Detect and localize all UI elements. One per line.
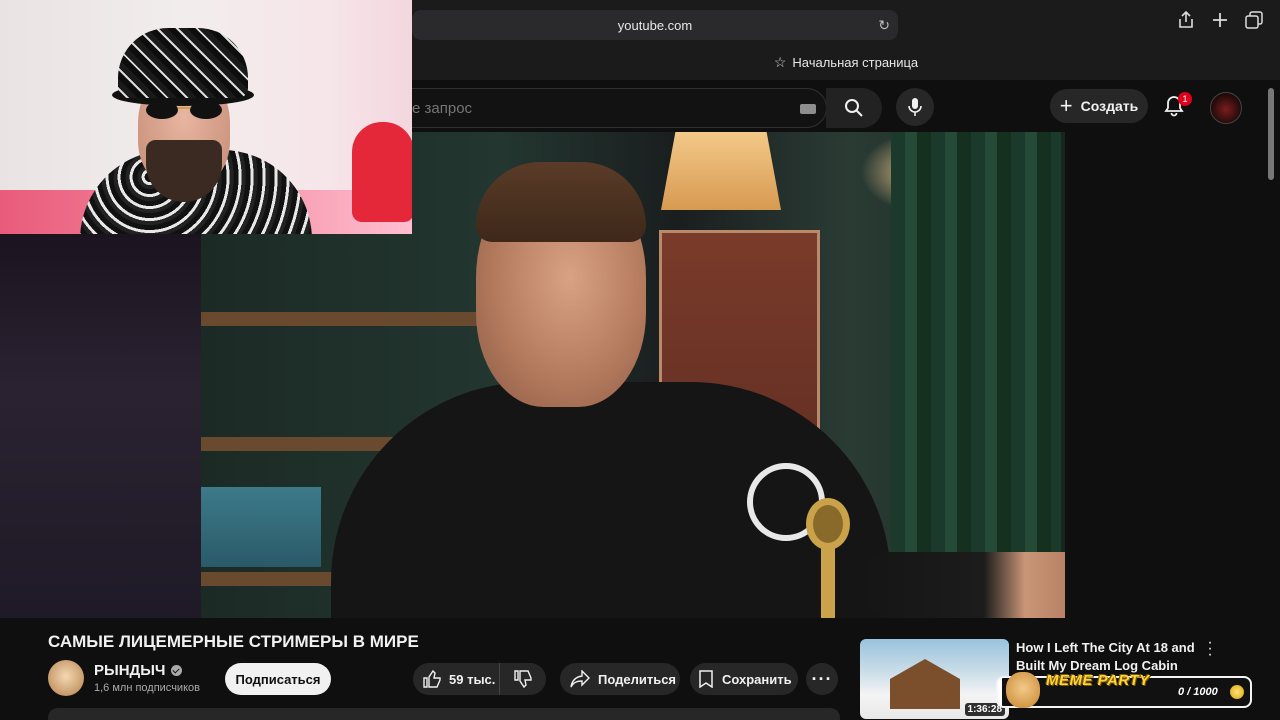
streamer-webcam (0, 0, 412, 234)
recommendation-thumbnail[interactable]: 1:36:28 (860, 639, 1009, 719)
plus-icon: + (1059, 93, 1073, 118)
video-person-arm (861, 552, 1065, 618)
save-button[interactable]: Сохранить (690, 663, 798, 695)
more-actions-button[interactable]: ··· (806, 663, 838, 695)
description-box[interactable] (48, 708, 840, 720)
save-label: Сохранить (722, 671, 792, 687)
recommendation-title[interactable]: How I Left The City At 18 and Built My D… (1016, 639, 1196, 675)
star-icon: ☆ (773, 53, 787, 70)
mic-icon (908, 98, 922, 116)
like-dislike-group: 59 тыс. (413, 663, 546, 695)
share-label: Поделиться (598, 671, 677, 687)
dislike-icon (514, 670, 532, 688)
channel-avatar[interactable] (48, 660, 84, 696)
channel-name-row[interactable]: РЫНДЫЧ (94, 662, 183, 679)
meme-party-label: MEME PARTY (1046, 672, 1150, 689)
channel-name[interactable]: РЫНДЫЧ (94, 662, 165, 679)
ambient-background (0, 234, 201, 618)
like-count: 59 тыс. (449, 671, 496, 687)
more-icon: ··· (811, 668, 833, 689)
video-curtain (891, 132, 1061, 618)
new-tab-icon[interactable] (1210, 10, 1230, 30)
subscriber-count: 1,6 млн подписчиков (94, 682, 200, 694)
url-text: youtube.com (617, 17, 693, 33)
coin-icon (1230, 685, 1244, 699)
like-icon (423, 670, 441, 688)
thumbnail-cabin (890, 659, 960, 709)
create-label: Создать (1080, 98, 1139, 114)
subscribe-button[interactable]: Подписаться (225, 663, 331, 695)
video-person-hair (476, 162, 646, 242)
dislike-button[interactable] (500, 663, 546, 695)
keyboard-icon[interactable] (800, 104, 816, 114)
account-avatar[interactable] (1210, 92, 1242, 124)
video-lamp (661, 132, 781, 210)
meme-party-progress: 0 / 1000 (1178, 686, 1218, 698)
webcam-red-toy (352, 122, 412, 222)
verified-icon (171, 665, 183, 676)
bookmark-icon (699, 670, 713, 688)
page-scrollbar[interactable] (1268, 88, 1274, 180)
webcam-bucket-hat (118, 28, 248, 98)
video-books (201, 487, 321, 567)
notification-badge: 1 (1178, 92, 1192, 106)
video-title: САМЫЕ ЛИЦЕМЕРНЫЕ СТРИМЕРЫ В МИРЕ (48, 632, 419, 651)
kebab-icon[interactable]: · · · (1204, 635, 1216, 663)
bookmark-home[interactable]: Начальная страница (792, 55, 918, 70)
tabs-icon[interactable] (1244, 10, 1264, 30)
video-microphone (747, 463, 850, 618)
share-icon[interactable] (1176, 10, 1196, 30)
toolbar-icons (1176, 10, 1264, 30)
voice-search-button[interactable] (896, 88, 934, 126)
search-button[interactable] (826, 88, 882, 128)
like-button[interactable]: 59 тыс. (413, 663, 500, 695)
share-arrow-icon (570, 670, 590, 688)
doge-icon (1006, 672, 1040, 708)
video-shelf (201, 312, 501, 326)
meme-party-widget: MEME PARTY 0 / 1000 (996, 672, 1252, 708)
search-icon (845, 99, 863, 117)
webcam-sunglasses (146, 101, 222, 119)
search-box[interactable] (412, 88, 827, 128)
create-button[interactable]: + Создать (1050, 89, 1148, 123)
bookmarks-bar: ☆ Начальная страница (412, 48, 1280, 76)
share-button[interactable]: Поделиться (560, 663, 680, 695)
address-bar[interactable]: youtube.com ↻ (412, 10, 898, 40)
search-input[interactable] (412, 89, 782, 127)
reload-icon[interactable]: ↻ (878, 17, 890, 34)
youtube-header: + Создать 1 (412, 80, 1280, 132)
